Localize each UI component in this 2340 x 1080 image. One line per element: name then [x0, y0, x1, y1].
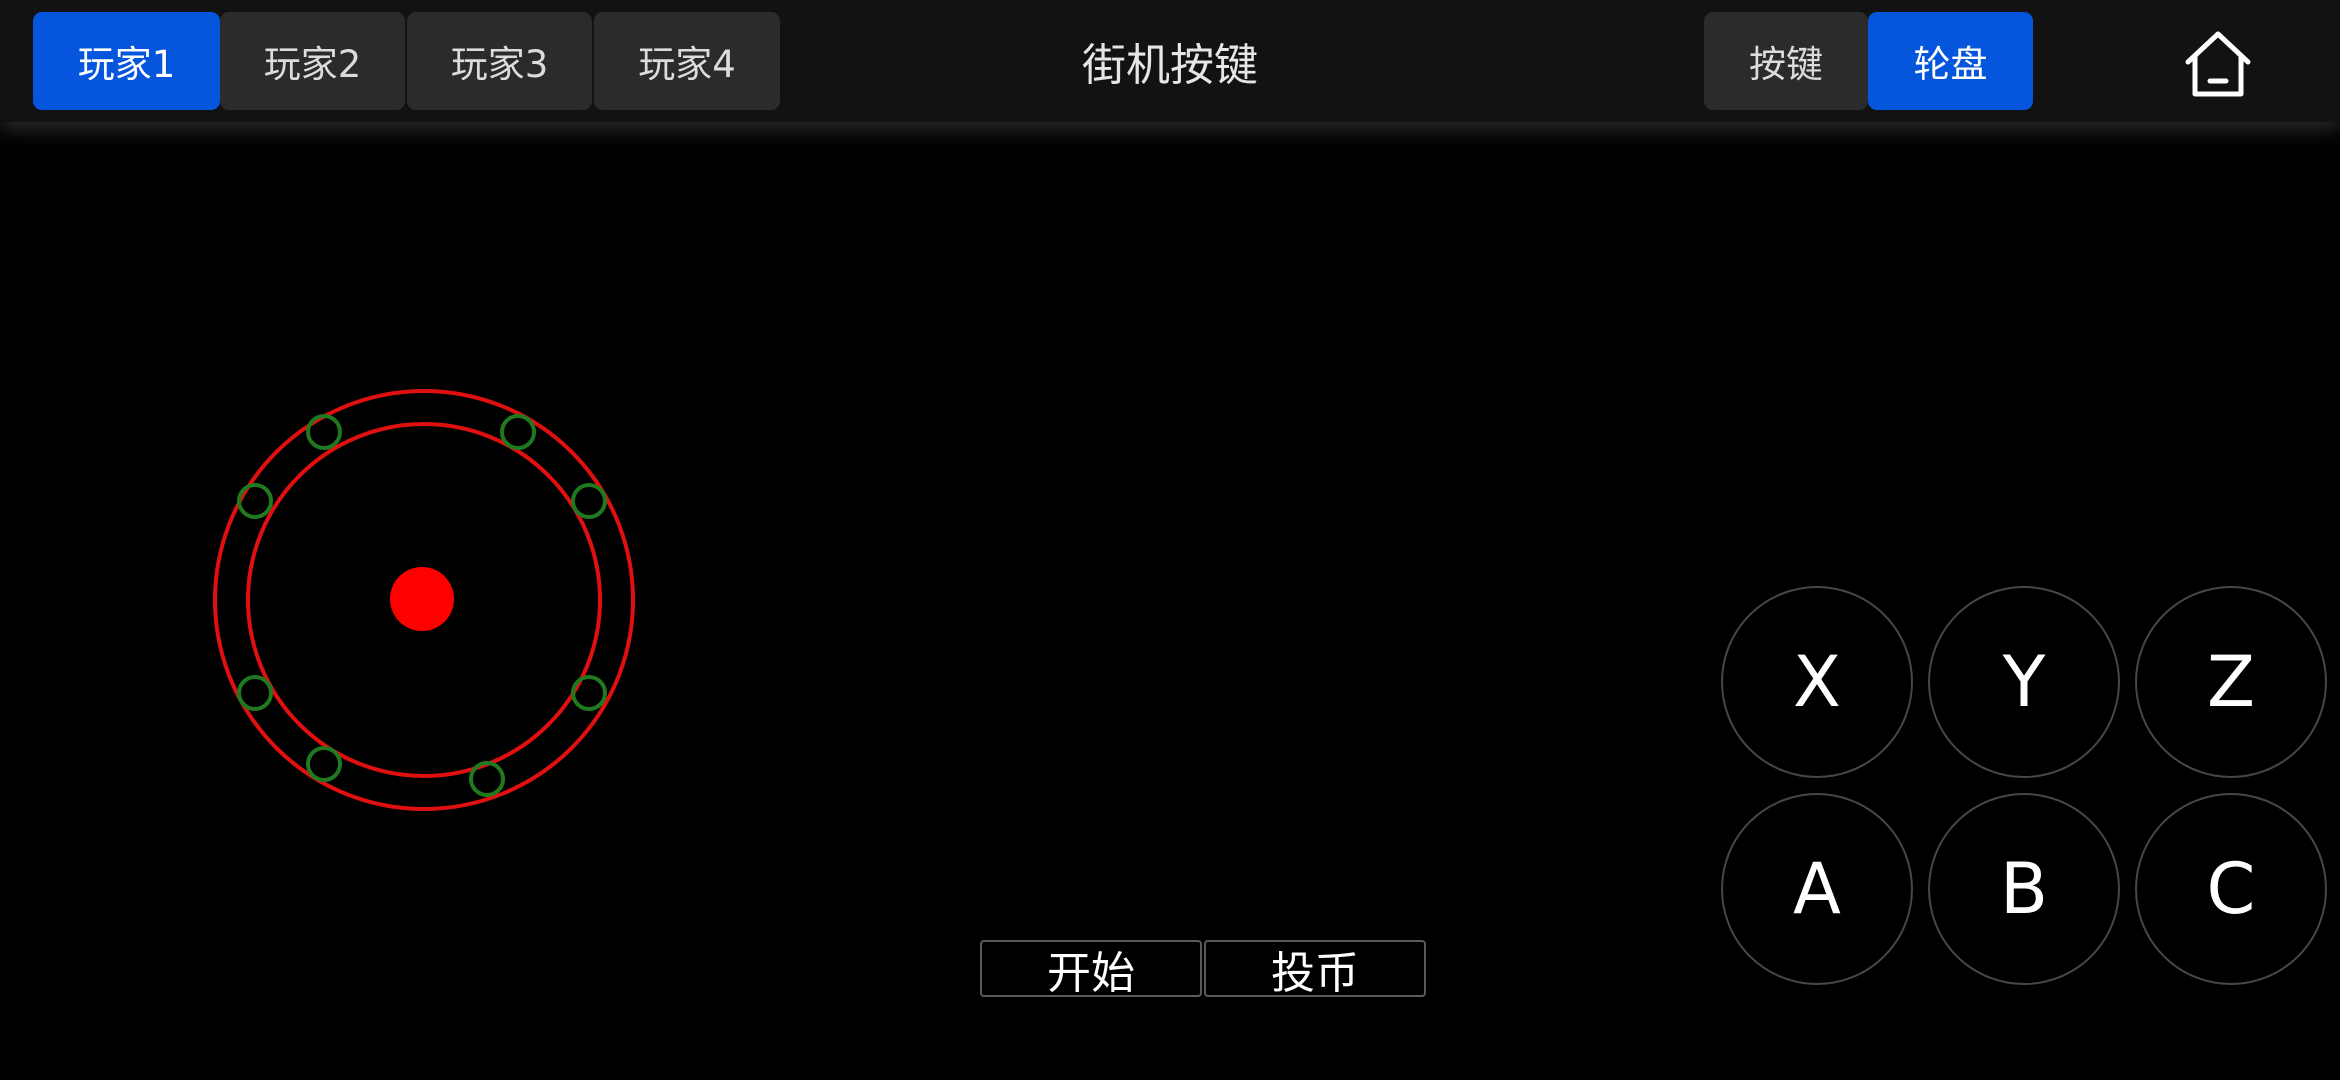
insert-coin-button[interactable]: 投币	[1204, 940, 1426, 999]
button-y[interactable]: Y	[1928, 586, 2120, 778]
button-x[interactable]: X	[1721, 586, 1913, 778]
direction-marker	[571, 483, 607, 519]
start-button[interactable]: 开始	[980, 940, 1202, 999]
joystick-knob[interactable]	[390, 567, 454, 631]
button-c[interactable]: C	[2135, 793, 2327, 985]
tab-player-2[interactable]: 玩家2	[220, 12, 405, 110]
direction-marker	[306, 414, 342, 450]
top-bar: 玩家1 玩家2 玩家3 玩家4 街机按键 按键 轮盘	[0, 0, 2340, 122]
tab-player-3[interactable]: 玩家3	[407, 12, 592, 110]
tab-mode-wheel[interactable]: 轮盘	[1868, 12, 2033, 110]
tab-player-1[interactable]: 玩家1	[33, 12, 220, 110]
home-icon[interactable]	[2180, 28, 2256, 100]
direction-marker	[500, 414, 536, 450]
direction-marker	[237, 675, 273, 711]
page-title: 街机按键	[1082, 40, 1258, 91]
joystick-wheel[interactable]	[200, 378, 648, 826]
button-b[interactable]: B	[1928, 793, 2120, 985]
button-z[interactable]: Z	[2135, 586, 2327, 778]
tab-player-4[interactable]: 玩家4	[594, 12, 780, 110]
direction-marker	[237, 483, 273, 519]
tab-mode-keys[interactable]: 按键	[1704, 12, 1868, 110]
direction-marker	[306, 746, 342, 782]
direction-marker	[469, 761, 505, 797]
button-a[interactable]: A	[1721, 793, 1913, 985]
direction-marker	[571, 675, 607, 711]
